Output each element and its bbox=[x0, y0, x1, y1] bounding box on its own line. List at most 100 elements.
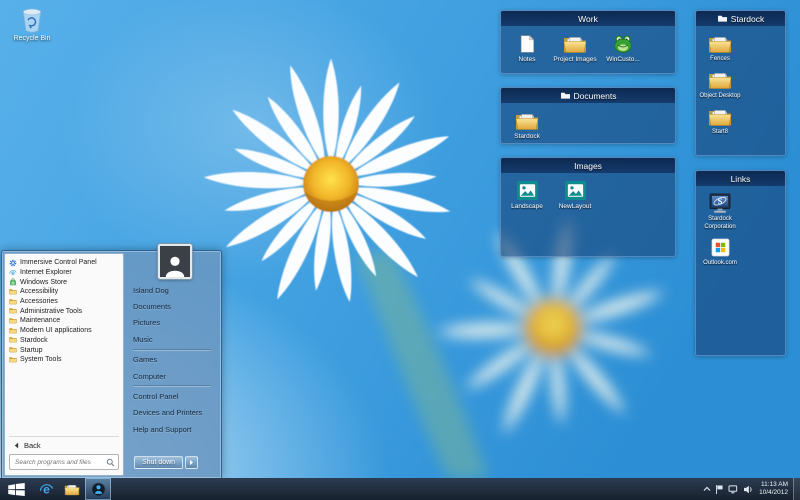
taskbar-clock[interactable]: 11:13 AM 10/4/2012 bbox=[759, 481, 788, 497]
search-input[interactable] bbox=[13, 458, 106, 467]
fence-links: Links Stardock Corporation Outlook.com bbox=[695, 170, 786, 356]
notes-document-icon bbox=[517, 33, 537, 55]
fence-item-stardock-corporation[interactable]: Stardock Corporation bbox=[698, 191, 742, 231]
fence-item-notes[interactable]: Notes bbox=[503, 31, 551, 64]
image-file-icon bbox=[516, 180, 539, 201]
place-games[interactable]: Games bbox=[133, 352, 217, 368]
back-arrow-icon bbox=[14, 442, 19, 449]
fence-item-outlook[interactable]: Outlook.com bbox=[698, 235, 742, 268]
network-icon[interactable] bbox=[728, 485, 739, 494]
recycle-bin-label: Recycle Bin bbox=[14, 35, 51, 42]
menu-item-system-tools[interactable]: System Tools bbox=[9, 355, 123, 365]
folder-icon bbox=[9, 288, 17, 295]
windows-store-icon bbox=[9, 278, 17, 286]
start-menu-places-panel: Island Dog Documents Pictures Music Game… bbox=[124, 253, 219, 476]
folder-icon bbox=[563, 34, 587, 54]
fence-stardock-header[interactable]: Stardock bbox=[696, 11, 785, 26]
menu-item-stardock[interactable]: Stardock bbox=[9, 336, 123, 346]
fence-work-title: Work bbox=[578, 14, 598, 24]
search-icon[interactable] bbox=[106, 458, 115, 467]
folder-icon bbox=[9, 336, 17, 343]
fence-documents-body: Stardock bbox=[501, 103, 675, 146]
fence-links-header[interactable]: Links bbox=[696, 171, 785, 186]
fence-stardock: Stardock Fences Object Desktop Start8 bbox=[695, 10, 786, 156]
fence-images-body: Landscape NewLayout bbox=[501, 173, 675, 216]
clock-date: 10/4/2012 bbox=[759, 489, 788, 497]
fence-images: Images Landscape NewLayout bbox=[500, 157, 676, 257]
fence-item-stardock-folder[interactable]: Stardock bbox=[503, 108, 551, 141]
folder-icon bbox=[9, 317, 17, 324]
start-menu: Immersive Control Panel Internet Explore… bbox=[1, 250, 222, 478]
shut-down-options-button[interactable] bbox=[185, 456, 198, 469]
menu-item-immersive-control-panel[interactable]: Immersive Control Panel bbox=[9, 258, 123, 268]
menu-item-maintenance[interactable]: Maintenance bbox=[9, 316, 123, 326]
taskbar: 11:13 AM 10/4/2012 bbox=[0, 478, 800, 500]
system-tray bbox=[703, 484, 754, 495]
fence-item-project-images[interactable]: Project Images bbox=[551, 31, 599, 64]
action-center-flag-icon[interactable] bbox=[715, 484, 724, 495]
desktop: Recycle Bin Work Notes Project Images Wi… bbox=[0, 0, 800, 500]
show-hidden-icons-chevron-icon[interactable] bbox=[703, 486, 711, 492]
folder-icon bbox=[64, 483, 80, 496]
fence-item-newlayout[interactable]: NewLayout bbox=[551, 178, 599, 211]
fence-work-header[interactable]: Work bbox=[501, 11, 675, 26]
internet-explorer-icon bbox=[9, 269, 17, 277]
taskbar-start8-button[interactable] bbox=[85, 478, 111, 500]
menu-item-administrative-tools[interactable]: Administrative Tools bbox=[9, 306, 123, 316]
recycle-bin-shortcut[interactable]: Recycle Bin bbox=[8, 6, 56, 42]
show-desktop-button[interactable] bbox=[793, 478, 800, 500]
fence-stardock-title: Stardock bbox=[731, 14, 765, 24]
place-music[interactable]: Music bbox=[133, 331, 217, 347]
place-control-panel[interactable]: Control Panel bbox=[133, 388, 217, 404]
divider bbox=[133, 349, 211, 351]
place-pictures[interactable]: Pictures bbox=[133, 315, 217, 331]
start8-person-icon bbox=[91, 482, 106, 497]
menu-item-windows-store[interactable]: Windows Store bbox=[9, 277, 123, 287]
fence-item-start8[interactable]: Start8 bbox=[698, 104, 742, 137]
start-menu-programs-panel: Immersive Control Panel Internet Explore… bbox=[4, 253, 124, 476]
folder-icon bbox=[9, 327, 17, 334]
taskbar-internet-explorer-button[interactable] bbox=[33, 478, 59, 500]
place-devices-and-printers[interactable]: Devices and Printers bbox=[133, 405, 217, 421]
place-user-name[interactable]: Island Dog bbox=[133, 282, 217, 298]
folder-icon bbox=[708, 107, 732, 127]
fence-item-landscape[interactable]: Landscape bbox=[503, 178, 551, 211]
folder-icon bbox=[708, 34, 732, 54]
fence-images-header[interactable]: Images bbox=[501, 158, 675, 173]
internet-explorer-icon bbox=[39, 482, 54, 497]
place-help-and-support[interactable]: Help and Support bbox=[133, 421, 217, 437]
folder-icon bbox=[515, 111, 539, 131]
user-avatar[interactable] bbox=[158, 244, 192, 279]
place-documents[interactable]: Documents bbox=[133, 298, 217, 314]
wincustomize-frog-icon bbox=[612, 33, 634, 54]
menu-item-accessories[interactable]: Accessories bbox=[9, 297, 123, 307]
shut-down-button[interactable]: Shut down bbox=[134, 456, 183, 469]
stardock-monitor-icon bbox=[708, 193, 732, 215]
fence-images-title: Images bbox=[574, 161, 602, 171]
folder-icon bbox=[708, 70, 732, 90]
taskbar-file-explorer-button[interactable] bbox=[59, 478, 85, 500]
fence-item-fences[interactable]: Fences bbox=[698, 31, 742, 64]
menu-item-modern-ui-applications[interactable]: Modern UI applications bbox=[9, 326, 123, 336]
volume-icon[interactable] bbox=[743, 485, 754, 494]
fence-links-body: Stardock Corporation Outlook.com bbox=[696, 186, 785, 273]
gear-icon bbox=[9, 259, 17, 267]
fence-item-wincustomize[interactable]: WinCusto... bbox=[599, 31, 647, 64]
folder-icon bbox=[9, 346, 17, 353]
folder-icon bbox=[560, 91, 571, 100]
start-button[interactable] bbox=[0, 478, 33, 500]
chevron-right-icon bbox=[189, 459, 194, 466]
outlook-windows-icon bbox=[709, 237, 732, 258]
windows-logo-icon bbox=[8, 483, 25, 496]
fence-work-body: Notes Project Images WinCusto... bbox=[501, 26, 675, 69]
menu-item-startup[interactable]: Startup bbox=[9, 345, 123, 355]
back-button[interactable]: Back bbox=[5, 437, 123, 453]
menu-item-internet-explorer[interactable]: Internet Explorer bbox=[9, 268, 123, 278]
fence-stardock-body: Fences Object Desktop Start8 bbox=[696, 26, 785, 142]
fence-documents-header[interactable]: Documents bbox=[501, 88, 675, 103]
divider bbox=[133, 385, 211, 387]
place-computer[interactable]: Computer bbox=[133, 368, 217, 384]
image-file-icon bbox=[564, 180, 587, 201]
menu-item-accessibility[interactable]: Accessibility bbox=[9, 287, 123, 297]
fence-item-object-desktop[interactable]: Object Desktop bbox=[698, 68, 742, 101]
